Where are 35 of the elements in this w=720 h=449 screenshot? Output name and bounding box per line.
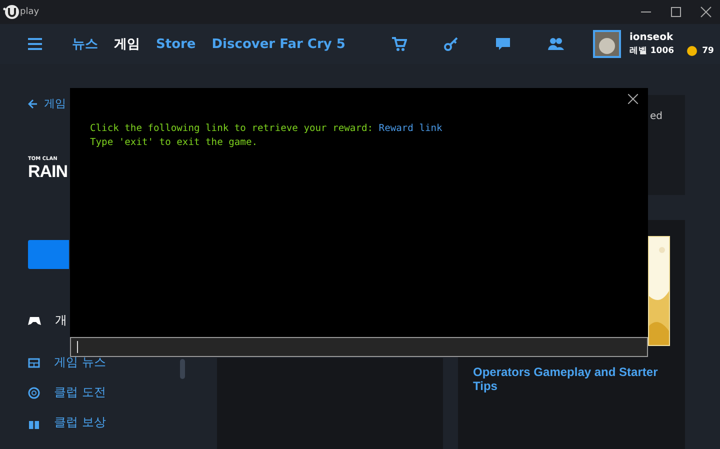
key-icon[interactable] <box>443 36 460 52</box>
reward-link[interactable]: Reward link <box>378 123 442 134</box>
news-icon <box>28 358 40 368</box>
username: ionseok <box>629 32 674 42</box>
sidebar-item[interactable]: 클럽 도전 <box>28 385 106 400</box>
coin-count: 79 <box>702 46 714 56</box>
back-arrow-icon <box>28 98 38 108</box>
sidebar-item[interactable]: 게임 뉴스 <box>28 355 106 370</box>
coin-icon <box>687 46 698 56</box>
nav-tab[interactable]: Discover Far Cry 5 <box>212 36 346 52</box>
chat-icon[interactable] <box>495 36 512 52</box>
game-logo-title: RAIN <box>28 162 68 182</box>
menu-icon[interactable] <box>28 38 42 50</box>
back-link[interactable]: 게임 <box>28 96 66 111</box>
nav-tab[interactable]: 게임 <box>114 35 140 53</box>
user-level: 레벨 1006 <box>629 44 674 56</box>
maximize-icon[interactable] <box>670 6 682 18</box>
friends-icon[interactable] <box>547 36 566 52</box>
scrollbar-thumb[interactable] <box>180 359 185 379</box>
console-text: Click the following link to retrieve your reward: <box>90 123 374 134</box>
article-title[interactable]: Operators Gameplay and Starter Tips <box>473 365 677 393</box>
sidebar-item[interactable]: 개 <box>28 313 67 328</box>
command-input[interactable] <box>70 337 648 357</box>
avatar[interactable] <box>593 30 622 58</box>
nav-tab[interactable]: 뉴스 <box>72 35 98 53</box>
target-icon <box>28 386 40 398</box>
close-icon[interactable] <box>628 94 638 104</box>
close-icon[interactable] <box>700 6 712 18</box>
sidebar-item[interactable]: 클럽 보상 <box>28 415 106 430</box>
console-text: Type 'exit' to exit the game. <box>90 137 258 148</box>
nav-tab[interactable]: Store <box>156 36 196 52</box>
card-text: ed <box>650 111 662 122</box>
app-name: play <box>20 7 40 17</box>
cart-icon[interactable] <box>391 36 408 52</box>
uplay-logo-icon <box>3 4 19 20</box>
